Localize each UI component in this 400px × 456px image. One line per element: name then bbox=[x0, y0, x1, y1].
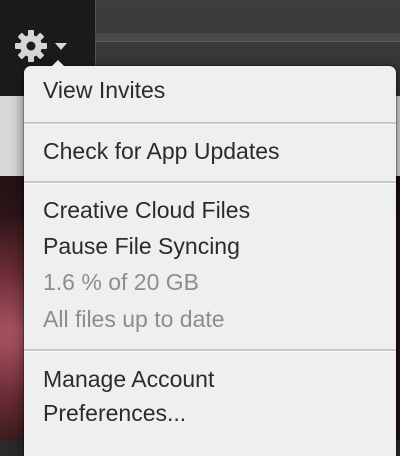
caret-down-icon bbox=[54, 41, 68, 51]
toolbar-strip bbox=[95, 33, 400, 42]
menu-item-view-invites[interactable]: View Invites bbox=[43, 76, 165, 104]
menu-pointer bbox=[50, 60, 66, 68]
menu-item-pause-syncing[interactable]: Pause File Syncing bbox=[43, 232, 240, 260]
gear-icon bbox=[14, 29, 48, 63]
settings-menu-button[interactable] bbox=[14, 28, 76, 64]
menu-item-manage-account[interactable]: Manage Account bbox=[43, 365, 214, 393]
menu-separator bbox=[24, 181, 396, 184]
sync-status-text: All files up to date bbox=[43, 306, 225, 332]
menu-separator bbox=[24, 122, 396, 125]
storage-usage-text: 1.6 % of 20 GB bbox=[43, 269, 199, 295]
menu-separator bbox=[24, 349, 396, 352]
menu-item-creative-cloud-files[interactable]: Creative Cloud Files bbox=[43, 196, 250, 224]
menu-item-preferences[interactable]: Preferences... bbox=[43, 399, 186, 427]
menu-item-check-updates[interactable]: Check for App Updates bbox=[43, 137, 280, 165]
